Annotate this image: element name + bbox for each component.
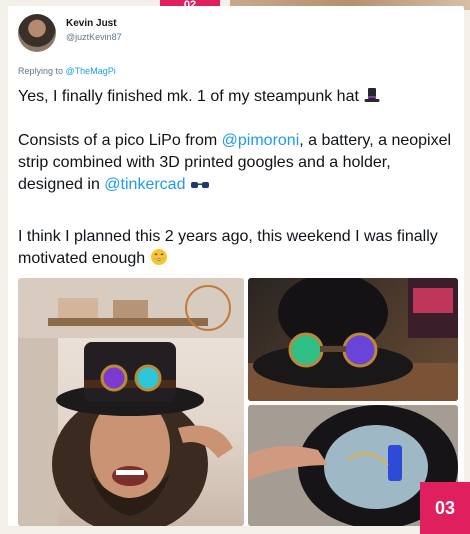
tweet-paragraph-1: Yes, I finally finished mk. 1 of my stea… xyxy=(18,86,458,111)
figure-number-badge-bottom: 03 xyxy=(420,482,470,534)
avatar[interactable] xyxy=(18,14,56,52)
tinkercad-mention-link[interactable]: @tinkercad xyxy=(104,176,185,193)
tweet-card: Kevin Just @juztKevin87 Replying to @The… xyxy=(8,6,464,526)
tweet-text-line1: Yes, I finally finished mk. 1 of my stea… xyxy=(18,88,359,105)
photo-man-wearing-steampunk-hat-illustration xyxy=(18,278,244,526)
tweet-text-line2-start: Consists of a pico LiPo from xyxy=(18,132,218,149)
media-grid xyxy=(18,278,458,526)
replying-to-line: Replying to @TheMagPi xyxy=(18,66,116,76)
tweet-text-line3: I think I planned this 2 years ago, this… xyxy=(18,228,438,267)
tweet-paragraph-3: I think I planned this 2 years ago, this… xyxy=(18,226,458,273)
reply-mention-link[interactable]: @TheMagPi xyxy=(66,66,116,76)
sunglasses-icon xyxy=(190,177,210,199)
photo-hat-goggles-closeup[interactable] xyxy=(248,278,458,401)
grin-icon xyxy=(150,248,168,273)
pimoroni-mention-link[interactable]: @pimoroni xyxy=(222,132,300,149)
replying-to-label: Replying to xyxy=(18,66,64,76)
top-hat-icon xyxy=(363,86,381,111)
user-handle[interactable]: @juztKevin87 xyxy=(66,32,122,42)
display-name[interactable]: Kevin Just xyxy=(66,18,117,29)
tweet-paragraph-2: Consists of a pico LiPo from @pimoroni, … xyxy=(18,130,458,199)
photo-man-wearing-steampunk-hat[interactable] xyxy=(18,278,244,526)
photo-hat-goggles-closeup-illustration xyxy=(248,278,458,401)
